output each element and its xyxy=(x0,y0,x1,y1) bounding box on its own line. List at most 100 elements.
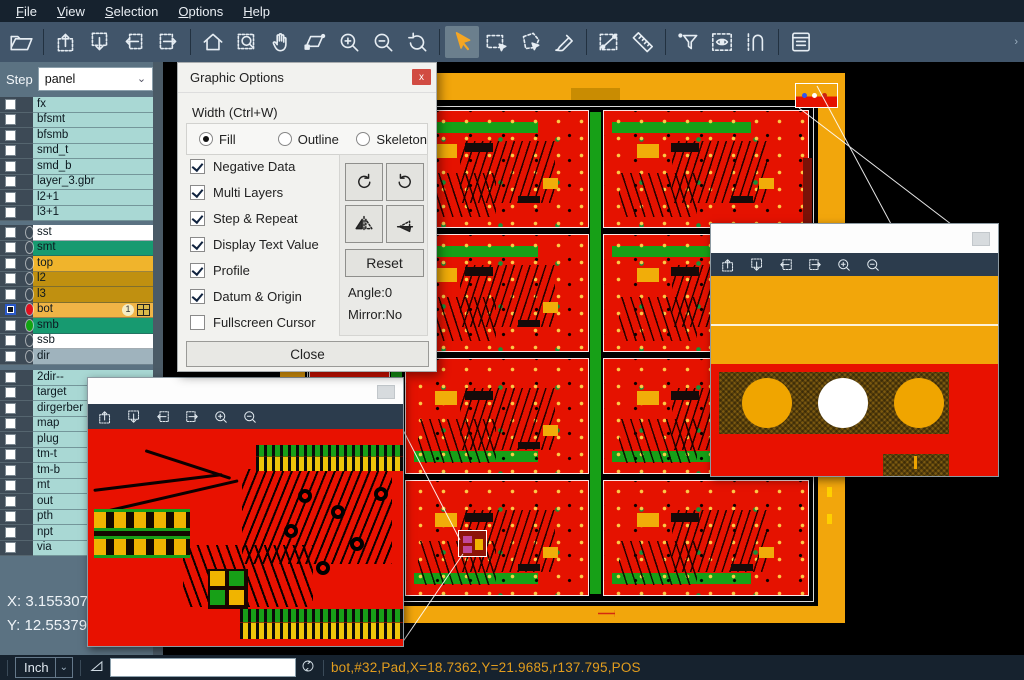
view-options-button[interactable] xyxy=(705,26,739,58)
layer-checkbox[interactable] xyxy=(5,192,16,203)
window-menu-button[interactable] xyxy=(377,385,395,399)
pan-left-icon[interactable] xyxy=(154,408,172,426)
close-button[interactable]: Close xyxy=(186,341,429,367)
zoom-in-button[interactable] xyxy=(332,26,366,58)
pan-down-button[interactable] xyxy=(83,26,117,58)
pan-up-icon[interactable] xyxy=(96,408,114,426)
menu-item[interactable]: File xyxy=(6,2,47,21)
layer-row[interactable]: ssb xyxy=(0,334,153,350)
zoom-window-button[interactable] xyxy=(230,26,264,58)
layer-checkbox[interactable] xyxy=(5,99,16,110)
display-option-checkbox[interactable]: Fullscreen Cursor xyxy=(190,309,319,335)
layer-checkbox[interactable] xyxy=(5,434,16,445)
zoom-in-icon[interactable] xyxy=(212,408,230,426)
rotate-ccw-button[interactable] xyxy=(386,163,424,201)
menu-item[interactable]: View xyxy=(47,2,95,21)
layer-row[interactable]: l3+1 xyxy=(0,206,153,222)
layer-row[interactable]: l2+1 xyxy=(0,190,153,206)
layer-checkbox[interactable] xyxy=(5,227,16,238)
ruler-button[interactable] xyxy=(626,26,660,58)
drag-view-button[interactable] xyxy=(298,26,332,58)
select-button[interactable] xyxy=(445,26,479,58)
unit-select[interactable]: Inch ⌄ xyxy=(15,657,73,678)
layer-checkbox[interactable] xyxy=(5,176,16,187)
layer-checkbox[interactable] xyxy=(5,351,16,362)
preview-content[interactable] xyxy=(88,429,403,646)
layer-checkbox[interactable] xyxy=(5,465,16,476)
width-radio-option[interactable]: Fill xyxy=(199,132,266,147)
pcb-board[interactable] xyxy=(405,480,589,596)
layer-checkbox[interactable] xyxy=(5,130,16,141)
layer-checkbox[interactable] xyxy=(5,289,16,300)
command-input[interactable] xyxy=(110,658,296,677)
pan-left-icon[interactable] xyxy=(777,256,795,274)
window-menu-button[interactable] xyxy=(972,232,990,246)
layer-checkbox[interactable] xyxy=(5,114,16,125)
zoom-out-icon[interactable] xyxy=(241,408,259,426)
layer-row[interactable]: bfsmt xyxy=(0,113,153,129)
layer-row[interactable]: top xyxy=(0,256,153,272)
pan-right-icon[interactable] xyxy=(806,256,824,274)
width-radio-option[interactable]: Skeleton xyxy=(356,132,427,147)
layer-checkbox[interactable] xyxy=(5,161,16,172)
layer-checkbox[interactable] xyxy=(5,320,16,331)
menu-item[interactable]: Help xyxy=(233,2,280,21)
polygon-select-button[interactable] xyxy=(513,26,547,58)
width-radio-option[interactable]: Outline xyxy=(278,132,345,147)
display-option-checkbox[interactable]: Multi Layers xyxy=(190,179,319,205)
preview-titlebar[interactable] xyxy=(711,224,998,254)
layer-checkbox[interactable] xyxy=(5,387,16,398)
layer-checkbox[interactable] xyxy=(5,527,16,538)
pan-hand-button[interactable] xyxy=(264,26,298,58)
reset-button[interactable]: Reset xyxy=(345,249,424,277)
dialog-titlebar[interactable]: Graphic Options xyxy=(178,63,436,93)
pan-up-icon[interactable] xyxy=(719,256,737,274)
layer-checkbox[interactable] xyxy=(5,145,16,156)
pcb-board[interactable] xyxy=(405,358,589,474)
mirror-vertical-button[interactable] xyxy=(386,205,424,243)
report-button[interactable] xyxy=(784,26,818,58)
preview-titlebar[interactable] xyxy=(88,378,403,405)
layer-checkbox[interactable] xyxy=(5,304,16,315)
layer-checkbox[interactable] xyxy=(5,449,16,460)
layer-checkbox[interactable] xyxy=(5,496,16,507)
layer-row[interactable]: smd_b xyxy=(0,159,153,175)
pan-down-icon[interactable] xyxy=(748,256,766,274)
zoom-out-icon[interactable] xyxy=(864,256,882,274)
angle-mode-icon[interactable] xyxy=(88,657,106,678)
layer-row[interactable]: smd_t xyxy=(0,144,153,160)
layer-row[interactable]: sst xyxy=(0,225,153,241)
pcb-board[interactable] xyxy=(603,110,809,228)
display-option-checkbox[interactable]: Step & Repeat xyxy=(190,205,319,231)
pan-down-icon[interactable] xyxy=(125,408,143,426)
layer-row[interactable]: bot1 xyxy=(0,303,153,319)
layer-row[interactable]: fx xyxy=(0,97,153,113)
menu-item[interactable]: Options xyxy=(168,2,233,21)
measure-distance-button[interactable] xyxy=(592,26,626,58)
refresh-icon[interactable] xyxy=(300,658,316,677)
layer-checkbox[interactable] xyxy=(5,542,16,553)
layer-row[interactable]: smt xyxy=(0,241,153,257)
layer-row[interactable]: smb xyxy=(0,318,153,334)
display-option-checkbox[interactable]: Datum & Origin xyxy=(190,283,319,309)
brush-select-button[interactable] xyxy=(547,26,581,58)
layer-checkbox[interactable] xyxy=(5,480,16,491)
pan-left-button[interactable] xyxy=(117,26,151,58)
zoom-in-icon[interactable] xyxy=(835,256,853,274)
layer-row[interactable]: l2 xyxy=(0,272,153,288)
zoom-out-button[interactable] xyxy=(366,26,400,58)
display-option-checkbox[interactable]: Negative Data xyxy=(190,153,319,179)
layer-row[interactable]: dir xyxy=(0,349,153,365)
pan-right-icon[interactable] xyxy=(183,408,201,426)
layer-row[interactable]: l3 xyxy=(0,287,153,303)
zoom-home-button[interactable] xyxy=(196,26,230,58)
layer-row[interactable]: bfsmb xyxy=(0,128,153,144)
rotate-cw-button[interactable] xyxy=(345,163,383,201)
step-select[interactable]: panel ⌄ xyxy=(38,67,153,91)
zoom-previous-button[interactable] xyxy=(400,26,434,58)
layer-checkbox[interactable] xyxy=(5,273,16,284)
display-option-checkbox[interactable]: Profile xyxy=(190,257,319,283)
display-option-checkbox[interactable]: Display Text Value xyxy=(190,231,319,257)
trace-mode-button[interactable] xyxy=(739,26,773,58)
layer-checkbox[interactable] xyxy=(5,372,16,383)
